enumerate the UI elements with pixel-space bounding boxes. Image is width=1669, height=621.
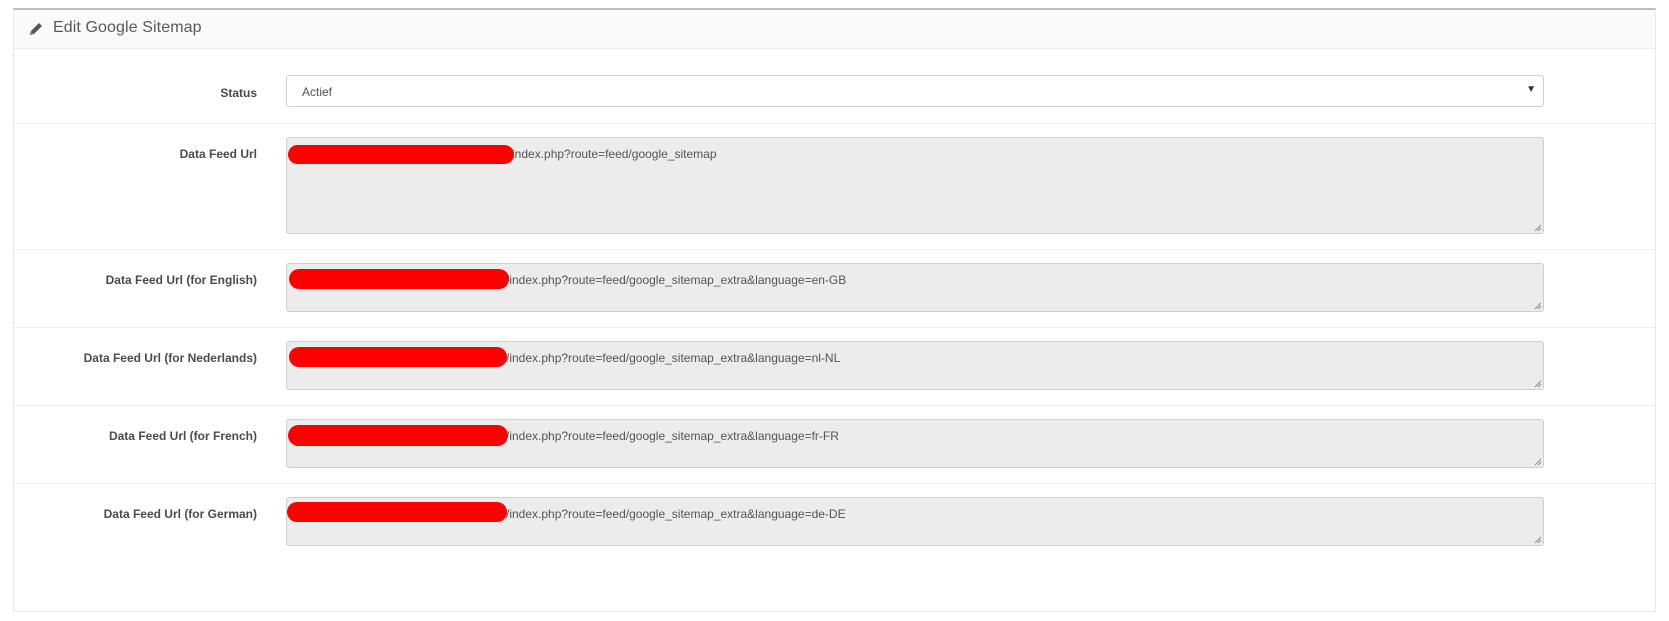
edit-google-sitemap-panel: Edit Google Sitemap Status Actief ▼ Data… (13, 8, 1656, 612)
resize-grip-icon[interactable] (1533, 379, 1542, 388)
pencil-icon (30, 23, 42, 35)
data-feed-url-english-textarea[interactable]: /index.php?route=feed/google_sitemap_ext… (286, 263, 1544, 312)
data-feed-url-english-label: Data Feed Url (for English) (105, 273, 257, 287)
resize-grip-icon[interactable] (1533, 535, 1542, 544)
data-feed-url-french-label: Data Feed Url (for French) (108, 429, 257, 443)
data-feed-url-text: index.php?route=feed/google_sitemap (512, 147, 717, 161)
redaction-mark (288, 145, 514, 164)
panel-heading: Edit Google Sitemap (14, 10, 1655, 49)
redaction-mark (289, 347, 507, 367)
status-select-value: Actief (302, 85, 333, 99)
resize-grip-icon[interactable] (1533, 457, 1542, 466)
data-feed-url-label: Data Feed Url (179, 147, 257, 161)
status-form-row: Status Actief ▼ (14, 48, 1655, 124)
data-feed-url-german-label: Data Feed Url (for German) (103, 507, 257, 521)
status-select[interactable]: Actief ▼ (286, 75, 1544, 107)
data-feed-url-english-text: /index.php?route=feed/google_sitemap_ext… (506, 273, 847, 287)
data-feed-url-german-text: /index.php?route=feed/google_sitemap_ext… (506, 507, 846, 521)
data-feed-url-german-row: Data Feed Url (for German) /index.php?ro… (14, 483, 1655, 573)
data-feed-url-nederlands-textarea[interactable]: /index.php?route=feed/google_sitemap_ext… (286, 341, 1544, 390)
data-feed-url-nederlands-text: /index.php?route=feed/google_sitemap_ext… (506, 351, 841, 365)
redaction-mark (287, 502, 507, 522)
data-feed-url-row: Data Feed Url index.php?route=feed/googl… (14, 123, 1655, 250)
data-feed-url-french-textarea[interactable]: /index.php?route=feed/google_sitemap_ext… (286, 419, 1544, 468)
resize-grip-icon[interactable] (1533, 301, 1542, 310)
data-feed-url-english-row: Data Feed Url (for English) /index.php?r… (14, 249, 1655, 328)
data-feed-url-nederlands-label: Data Feed Url (for Nederlands) (83, 351, 257, 365)
data-feed-url-nederlands-row: Data Feed Url (for Nederlands) /index.ph… (14, 327, 1655, 406)
resize-grip-icon[interactable] (1533, 223, 1542, 232)
panel-title: Edit Google Sitemap (53, 19, 202, 36)
data-feed-url-french-row: Data Feed Url (for French) /index.php?ro… (14, 405, 1655, 484)
chevron-down-icon: ▼ (1526, 84, 1536, 95)
redaction-mark (288, 425, 508, 446)
data-feed-url-textarea[interactable]: index.php?route=feed/google_sitemap (286, 137, 1544, 234)
status-label: Status (220, 86, 257, 100)
data-feed-url-french-text: /index.php?route=feed/google_sitemap_ext… (506, 429, 839, 443)
redaction-mark (289, 269, 509, 289)
data-feed-url-german-textarea[interactable]: /index.php?route=feed/google_sitemap_ext… (286, 497, 1544, 546)
